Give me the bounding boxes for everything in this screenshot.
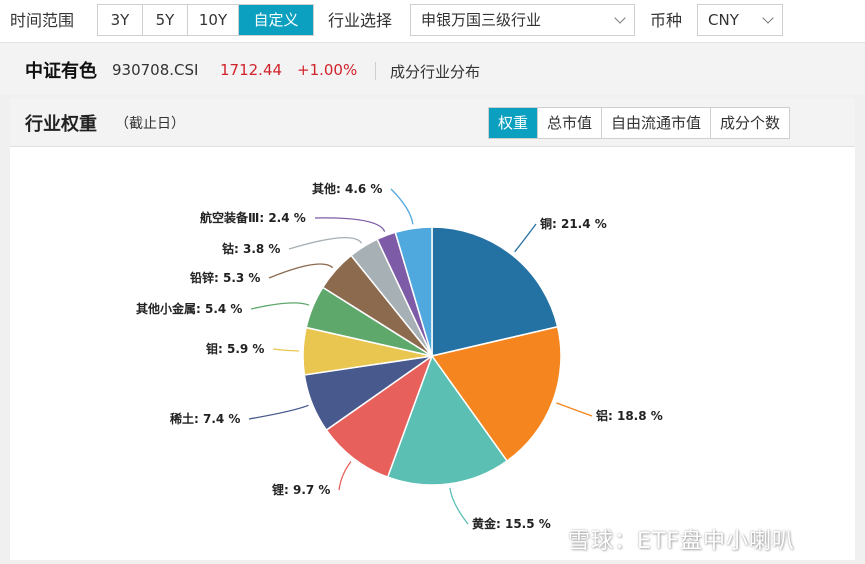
leader-line-other-small-metals <box>250 302 310 310</box>
range-option-5y[interactable]: 5Y <box>143 5 188 35</box>
range-option-custom[interactable]: 自定义 <box>239 5 313 35</box>
currency-select[interactable]: CNY <box>697 4 783 36</box>
industry-select-value: 申银万国三级行业 <box>421 11 542 29</box>
industry-weight-panel: 行业权重 （截止日） 权重 总市值 自由流通市值 成分个数 铜: 21.4 % 铝… <box>10 98 855 560</box>
leader-line-copper <box>514 223 537 253</box>
currency-label: 币种 <box>650 11 683 30</box>
slice-label-aluminum: 铝: 18.8 % <box>596 408 663 423</box>
index-code: 930708.CSI <box>112 61 199 79</box>
industry-pie-chart: 铜: 21.4 % 铝: 18.8 % 黄金: 15.5 % 锂: 9.7 % 稀土: … <box>136 181 663 531</box>
leader-line-aviation-equipment <box>314 217 386 233</box>
leader-line-cobalt <box>288 236 363 250</box>
leader-line-lithium <box>338 461 352 491</box>
leader-line-other <box>390 188 414 225</box>
leader-line-molybdenum <box>272 348 300 352</box>
filter-toolbar: 时间范围 3Y 5Y 10Y 自定义 行业选择 申银万国三级行业 币种 CNY <box>0 0 865 43</box>
watermark: 雪球：ETF盘中小喇叭 <box>568 529 795 554</box>
leader-line-aluminum <box>556 402 593 417</box>
range-option-10y[interactable]: 10Y <box>188 5 239 35</box>
range-option-3y[interactable]: 3Y <box>98 5 143 35</box>
slice-label-rare-earth: 稀土: 7.4 % <box>170 411 240 426</box>
composition-view-label: 成分行业分布 <box>390 63 481 81</box>
slice-label-aviation-equipment: 航空装备Ⅲ: 2.4 % <box>200 210 306 225</box>
slice-label-copper: 铜: 21.4 % <box>540 216 607 231</box>
slice-label-other-small-metals: 其他小金属: 5.4 % <box>136 301 242 316</box>
industry-select-label: 行业选择 <box>328 11 393 30</box>
chevron-down-icon <box>762 12 774 24</box>
slice-label-gold: 黄金: 15.5 % <box>472 516 551 531</box>
leader-line-lead-zinc <box>268 263 334 279</box>
slice-label-molybdenum: 钼: 5.9 % <box>206 341 264 356</box>
index-change: +1.00% <box>297 61 358 79</box>
slice-label-other: 其他: 4.6 % <box>312 181 382 196</box>
leader-line-gold <box>449 487 469 525</box>
slice-label-lead-zinc: 铅锌: 5.3 % <box>189 270 260 285</box>
index-info-bar: 中证有色 930708.CSI 1712.44 +1.00% 成分行业分布 <box>0 43 865 95</box>
currency-select-value: CNY <box>708 11 739 29</box>
leader-line-rare-earth <box>248 404 309 420</box>
industry-select[interactable]: 申银万国三级行业 <box>410 4 635 36</box>
divider <box>375 62 376 80</box>
index-price: 1712.44 <box>220 61 283 79</box>
slice-label-cobalt: 钴: 3.8 % <box>222 241 280 256</box>
chevron-down-icon <box>614 12 626 24</box>
time-range-selector: 3Y 5Y 10Y 自定义 <box>97 4 314 36</box>
slice-label-lithium: 锂: 9.7 % <box>272 482 330 497</box>
time-range-label: 时间范围 <box>10 11 75 30</box>
index-name: 中证有色 <box>25 61 97 82</box>
